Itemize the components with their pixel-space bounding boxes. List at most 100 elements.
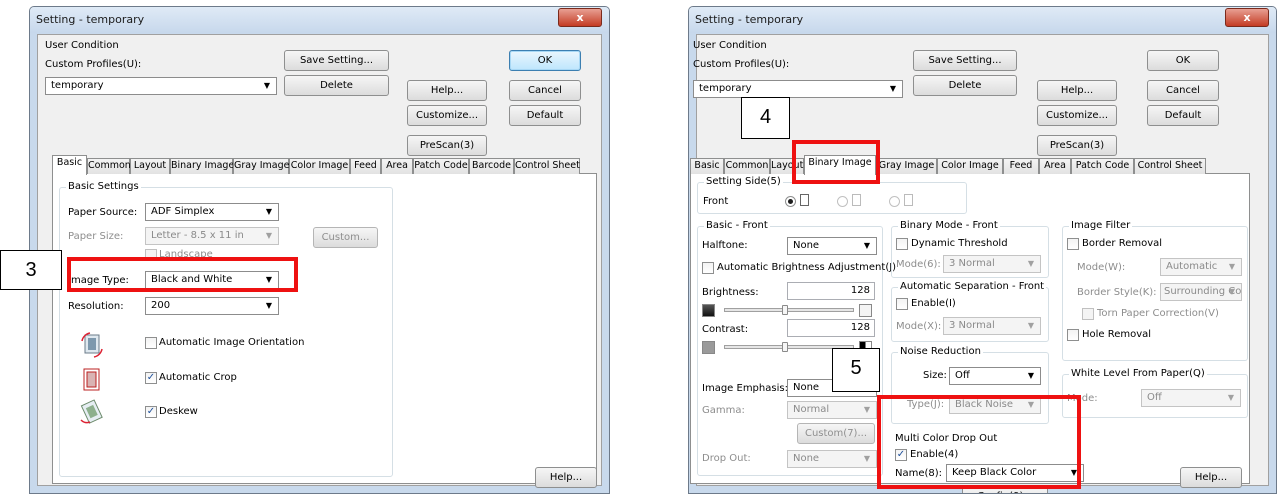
tab-feed[interactable]: Feed (350, 158, 381, 174)
tab-binary-image[interactable]: Binary Image (170, 158, 234, 174)
help-top-button[interactable]: Help... (407, 80, 487, 101)
back-radio[interactable] (837, 196, 848, 207)
tab-color-image[interactable]: Color Image (289, 158, 350, 174)
tab-patch-code[interactable]: Patch Code (1071, 158, 1134, 174)
name8-dropdown[interactable]: Keep Black Color ▼ (946, 464, 1084, 482)
paper-source-dropdown[interactable]: ADF Simplex ▼ (145, 203, 279, 221)
tab-common[interactable]: Common (87, 158, 131, 174)
drop-out-dropdown[interactable]: None ▼ (787, 450, 877, 468)
save-setting-button[interactable]: Save Setting... (913, 50, 1017, 71)
tab-gray-image[interactable]: Gray Image (233, 158, 289, 174)
mode-dropdown[interactable]: Off ▼ (1141, 389, 1241, 407)
custom7-button[interactable]: Custom(7)... (797, 423, 875, 444)
paper-size-label: Paper Size: (68, 231, 124, 242)
auto-crop-checkbox[interactable]: ✓ (145, 372, 157, 384)
help-bottom-button[interactable]: Help... (535, 467, 597, 488)
auto-orientation-checkbox[interactable] (145, 337, 157, 349)
front-label: Front (703, 196, 729, 207)
duplex-radio[interactable] (889, 196, 900, 207)
tab-layout[interactable]: Layout (130, 158, 170, 174)
cancel-button[interactable]: Cancel (1147, 80, 1219, 101)
default-button[interactable]: Default (1147, 105, 1219, 126)
chevron-down-icon: ▼ (1228, 262, 1235, 271)
enable-i-checkbox[interactable] (896, 298, 908, 310)
gamma-dropdown[interactable]: Normal ▼ (787, 401, 877, 419)
help-bottom-button[interactable]: Help... (1180, 467, 1242, 488)
ok-button[interactable]: OK (509, 50, 581, 71)
mode-label: Mode: (1067, 393, 1098, 404)
customize-button[interactable]: Customize... (1037, 105, 1117, 126)
torn-paper-checkbox[interactable] (1082, 308, 1094, 320)
auto-orientation-icon (81, 332, 103, 358)
white-level-label: White Level From Paper(Q) (1069, 368, 1207, 379)
tab-feed[interactable]: Feed (1003, 158, 1039, 174)
cancel-button[interactable]: Cancel (509, 80, 581, 101)
mode6-dropdown[interactable]: 3 Normal ▼ (943, 255, 1041, 273)
binary-mode-label: Binary Mode - Front (898, 220, 1000, 231)
customize-button[interactable]: Customize... (407, 105, 487, 126)
enable4-checkbox[interactable]: ✓ (895, 449, 907, 461)
user-condition-label: User Condition (693, 40, 767, 51)
contrast-input[interactable]: 128 (787, 319, 875, 337)
tab-layout[interactable]: Layout (770, 158, 804, 174)
tab-area[interactable]: Area (1039, 158, 1071, 174)
hole-removal-checkbox[interactable] (1067, 329, 1079, 341)
tab-gray-image[interactable]: Gray Image (876, 158, 937, 174)
help-top-button[interactable]: Help... (1037, 80, 1117, 101)
image-type-dropdown[interactable]: Black and White ▼ (145, 271, 279, 289)
dynamic-threshold-checkbox[interactable] (896, 238, 908, 250)
brightness-slider[interactable] (724, 308, 854, 312)
callout-3: 3 (0, 250, 62, 290)
modex-dropdown[interactable]: 3 Normal ▼ (943, 317, 1041, 335)
landscape-checkbox[interactable] (145, 249, 157, 261)
deskew-checkbox[interactable]: ✓ (145, 406, 157, 418)
tab-control-sheet[interactable]: Control Sheet (514, 158, 580, 174)
tab-color-image[interactable]: Color Image (937, 158, 1003, 174)
delete-button[interactable]: Delete (284, 75, 389, 96)
landscape-label: Landscape (159, 249, 213, 260)
save-setting-button[interactable]: Save Setting... (284, 50, 389, 71)
tab-control-sheet[interactable]: Control Sheet (1134, 158, 1206, 174)
prescan-button[interactable]: PreScan(3) (1037, 135, 1117, 156)
custom-profiles-dropdown[interactable]: temporary ▼ (45, 77, 277, 95)
chevron-down-icon: ▼ (1027, 259, 1034, 268)
front-radio[interactable] (785, 196, 796, 207)
typej-dropdown[interactable]: Black Noise ▼ (949, 396, 1041, 414)
size-dropdown[interactable]: Off ▼ (949, 367, 1041, 385)
halftone-dropdown[interactable]: None ▼ (787, 237, 877, 255)
deskew-icon (80, 399, 103, 424)
tab-common[interactable]: Common (724, 158, 770, 174)
tab-basic[interactable]: Basic (690, 158, 724, 174)
callout-4: 4 (741, 97, 790, 139)
dynamic-threshold-label: Dynamic Threshold (911, 238, 1008, 249)
border-style-dropdown[interactable]: Surrounding Color▼ (1160, 283, 1242, 301)
tab-basic[interactable]: Basic (52, 155, 87, 175)
custom-button[interactable]: Custom... (313, 227, 378, 248)
ok-button[interactable]: OK (1147, 50, 1219, 71)
auto-brightness-checkbox[interactable] (702, 262, 714, 274)
close-button[interactable]: x (558, 8, 602, 27)
prescan-button[interactable]: PreScan(3) (407, 135, 487, 156)
tab-barcode[interactable]: Barcode (469, 158, 514, 174)
close-button[interactable]: x (1225, 8, 1269, 27)
custom-profiles-dropdown[interactable]: temporary ▼ (693, 80, 903, 98)
tab-area[interactable]: Area (381, 158, 413, 174)
chevron-down-icon: ▼ (1027, 321, 1034, 330)
delete-button[interactable]: Delete (913, 75, 1017, 96)
config9-button[interactable]: Config(9)... (962, 486, 1048, 493)
enable-i-label: Enable(I) (911, 298, 956, 309)
resolution-dropdown[interactable]: 200 ▼ (145, 297, 279, 315)
tab-binary-image[interactable]: Binary Image (804, 155, 876, 175)
default-button[interactable]: Default (509, 105, 581, 126)
auto-crop-label: Automatic Crop (159, 372, 237, 383)
brightness-slider-thumb[interactable] (782, 305, 788, 315)
brightness-input[interactable]: 128 (787, 282, 875, 300)
paper-size-dropdown[interactable]: Letter - 8.5 x 11 in ▼ (145, 227, 279, 245)
modew-dropdown[interactable]: Automatic ▼ (1160, 258, 1242, 276)
contrast-slider-thumb[interactable] (782, 342, 788, 352)
tab-patch-code[interactable]: Patch Code (413, 158, 469, 174)
border-removal-label: Border Removal (1082, 238, 1163, 249)
chevron-down-icon: ▼ (263, 81, 270, 90)
border-removal-checkbox[interactable] (1067, 238, 1079, 250)
tab-bar: Basic Common Layout Binary Image Gray Im… (690, 155, 1250, 175)
